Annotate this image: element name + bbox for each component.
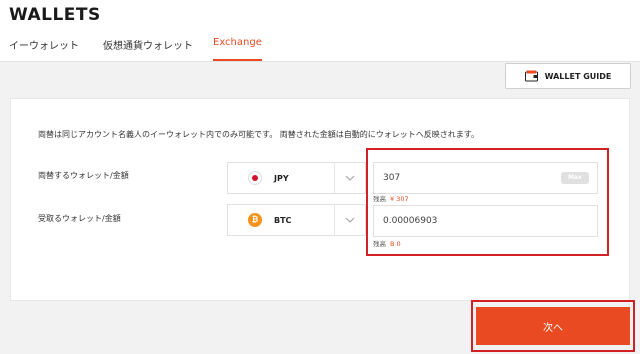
wallet-guide-button[interactable]: WALLET GUIDE xyxy=(505,63,631,89)
to-currency-select[interactable]: ₿ BTC xyxy=(227,204,366,236)
chevron-down-icon xyxy=(345,217,355,223)
to-balance: 残高 B 0 xyxy=(373,238,401,248)
from-amount-value: 307 xyxy=(383,173,401,183)
exchange-notice: 両替は同じアカウント名義人のイーウォレット内でのみ可能です。 両替された金額は自… xyxy=(38,130,479,139)
select-divider xyxy=(334,163,335,193)
bitcoin-icon: ₿ xyxy=(248,213,262,227)
to-currency-code: BTC xyxy=(274,215,292,225)
to-balance-value: B 0 xyxy=(390,240,401,248)
select-divider xyxy=(334,205,335,235)
page-title: WALLETS xyxy=(9,5,101,25)
jpy-flag-icon xyxy=(248,171,262,185)
from-balance-label: 残高 xyxy=(373,195,386,203)
from-amount-input[interactable]: 307 Max xyxy=(373,162,598,194)
wallet-icon xyxy=(524,70,538,82)
chevron-down-icon xyxy=(345,175,355,181)
header: WALLETS イーウォレット 仮想通貨ウォレット Exchange xyxy=(0,0,640,62)
tab-e-wallet[interactable]: イーウォレット xyxy=(9,37,79,61)
to-wallet-label: 受取るウォレット/金額 xyxy=(38,214,121,223)
to-amount-input[interactable]: 0.00006903 xyxy=(373,205,598,237)
next-button[interactable]: 次へ xyxy=(476,307,630,345)
to-amount-value: 0.00006903 xyxy=(383,216,438,226)
max-button[interactable]: Max xyxy=(561,172,589,184)
from-currency-code: JPY xyxy=(274,173,289,183)
from-balance-value: ¥ 307 xyxy=(390,195,409,203)
tab-exchange[interactable]: Exchange xyxy=(213,37,262,61)
from-currency-select[interactable]: JPY xyxy=(227,162,366,194)
wallet-guide-label: WALLET GUIDE xyxy=(544,71,612,81)
from-wallet-label: 両替するウォレット/金額 xyxy=(38,171,129,180)
tab-crypto-wallet[interactable]: 仮想通貨ウォレット xyxy=(103,37,193,61)
from-balance: 残高 ¥ 307 xyxy=(373,193,409,203)
to-balance-label: 残高 xyxy=(373,240,386,248)
